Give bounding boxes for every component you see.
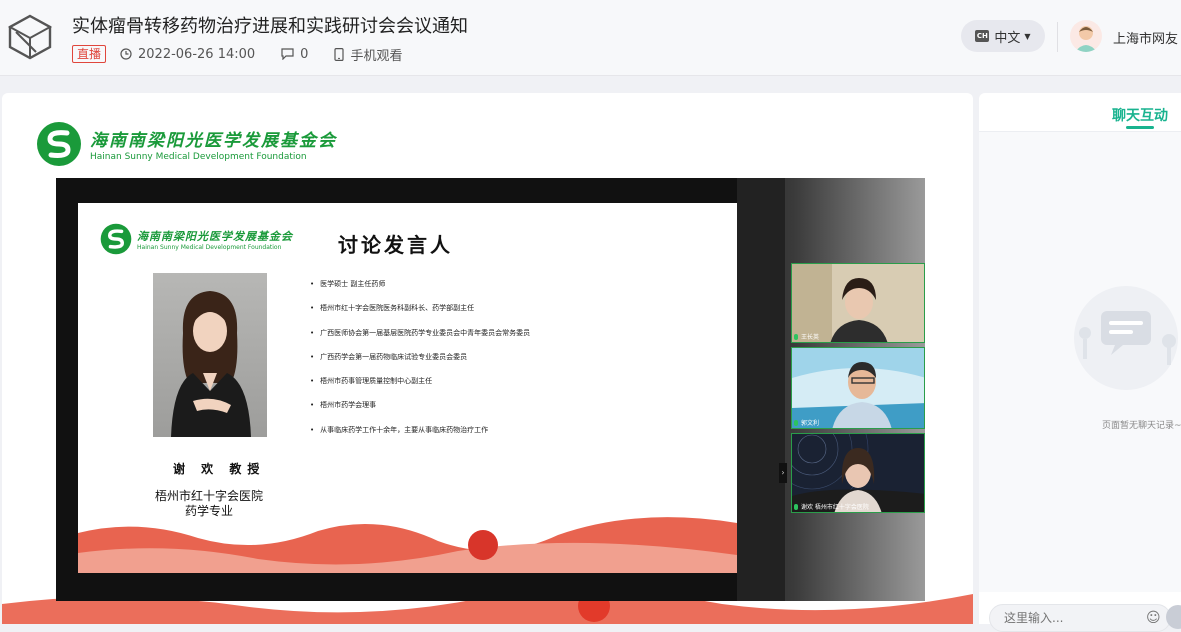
live-badge: 直播: [72, 45, 107, 63]
clock-icon: [120, 48, 132, 60]
foundation-logo: 海南南梁阳光医学发展基金会 Hainan Sunny Medical Devel…: [36, 121, 337, 167]
slide-foundation-logo: 海南南梁阳光医学发展基金会 Hainan Sunny Medical Devel…: [100, 223, 293, 255]
bio-item: 梧州市药事管理质量控制中心副主任: [310, 375, 530, 399]
participant-tile[interactable]: 王长英: [791, 263, 925, 343]
chat-panel: 聊天互动 页面暂无聊天记录~ ☺: [979, 93, 1181, 632]
comment-count-text: 0: [300, 46, 309, 62]
foundation-name-cn: 海南南梁阳光医学发展基金会: [90, 131, 337, 151]
tab-chat[interactable]: 聊天互动: [1112, 105, 1168, 125]
slide-foundation-name-cn: 海南南梁阳光医学发展基金会: [137, 229, 293, 243]
divider: [1057, 22, 1058, 52]
bio-item: 广西医师协会第一届基层医院药学专业委员会中青年委员会常务委员: [310, 327, 530, 351]
datetime: 2022-06-26 14:00: [120, 47, 255, 62]
participant-strip-dark: [737, 178, 785, 601]
slide-foundation-name-en: Hainan Sunny Medical Development Foundat…: [137, 243, 282, 251]
participant-tile[interactable]: 谢欢 梧州市红十字会医院: [791, 433, 925, 513]
slide-decorative-waves: [78, 517, 737, 573]
user-avatar[interactable]: [1070, 20, 1102, 52]
foundation-logo-icon: [37, 122, 81, 166]
language-selector[interactable]: CH 中文 ▼: [961, 20, 1045, 52]
comment-count[interactable]: 0: [281, 47, 308, 62]
bio-item: 广西药学会第一届药物临床试验专业委员会委员: [310, 351, 530, 375]
user-name[interactable]: 上海市网友: [1113, 28, 1178, 47]
language-code-icon: CH: [975, 30, 990, 42]
participant-label: 王长英: [794, 332, 819, 341]
mobile-watch-label: 手机观看: [350, 48, 403, 64]
collapse-strip-button[interactable]: ›: [779, 463, 787, 483]
speaker-bio-list: 医学硕士 副主任药师 梧州市红十字会医院医务科副科长、药学部副主任 广西医师协会…: [310, 278, 530, 448]
mic-icon: [794, 333, 798, 340]
meta-row: 直播 2022-06-26 14:00 0 手机观看: [72, 44, 428, 64]
participant-label: 郭文利: [794, 418, 819, 427]
comment-icon: [281, 48, 294, 60]
participant-label: 谢欢 梧州市红十字会医院: [794, 502, 869, 511]
participant-tile[interactable]: 郭文利: [791, 347, 925, 429]
bio-item: 医学硕士 副主任药师: [310, 278, 530, 302]
empty-chat-icon: [1074, 286, 1178, 390]
slide-title: 讨论发言人: [338, 233, 453, 257]
chevron-down-icon: ▼: [1024, 31, 1031, 41]
phone-icon: [334, 47, 345, 61]
empty-chat-text: 页面暂无聊天记录~: [1102, 421, 1181, 431]
bio-item: 梧州市红十字会医院医务科副科长、药学部副主任: [310, 302, 530, 326]
page-title: 实体瘤骨转移药物治疗进展和实践研讨会会议通知: [72, 16, 468, 37]
foundation-name-en: Hainan Sunny Medical Development Foundat…: [90, 152, 307, 162]
app-logo-icon: [6, 12, 54, 60]
language-label: 中文: [994, 30, 1021, 46]
chat-input[interactable]: [989, 604, 1171, 632]
speaker-name: 谢 欢 教授: [173, 462, 266, 476]
bio-item: 从事临床药学工作十余年，主要从事临床药物治疗工作: [310, 424, 530, 448]
bio-item: 梧州市药学会理事: [310, 399, 530, 423]
speaker-portrait: [153, 273, 267, 437]
mic-icon: [794, 503, 798, 510]
mic-icon: [794, 419, 798, 426]
datetime-text: 2022-06-26 14:00: [138, 46, 256, 62]
video-player[interactable]: 海南南梁阳光医学发展基金会 Hainan Sunny Medical Devel…: [2, 93, 973, 624]
video-frame[interactable]: 海南南梁阳光医学发展基金会 Hainan Sunny Medical Devel…: [56, 178, 925, 601]
top-bar: 实体瘤骨转移药物治疗进展和实践研讨会会议通知 直播 2022-06-26 14:…: [0, 0, 1181, 76]
tab-active-indicator: [1126, 126, 1154, 129]
mobile-watch-button[interactable]: 手机观看: [334, 45, 402, 64]
presentation-slide: 海南南梁阳光医学发展基金会 Hainan Sunny Medical Devel…: [78, 203, 737, 573]
slide-foundation-logo-icon: [100, 223, 132, 255]
